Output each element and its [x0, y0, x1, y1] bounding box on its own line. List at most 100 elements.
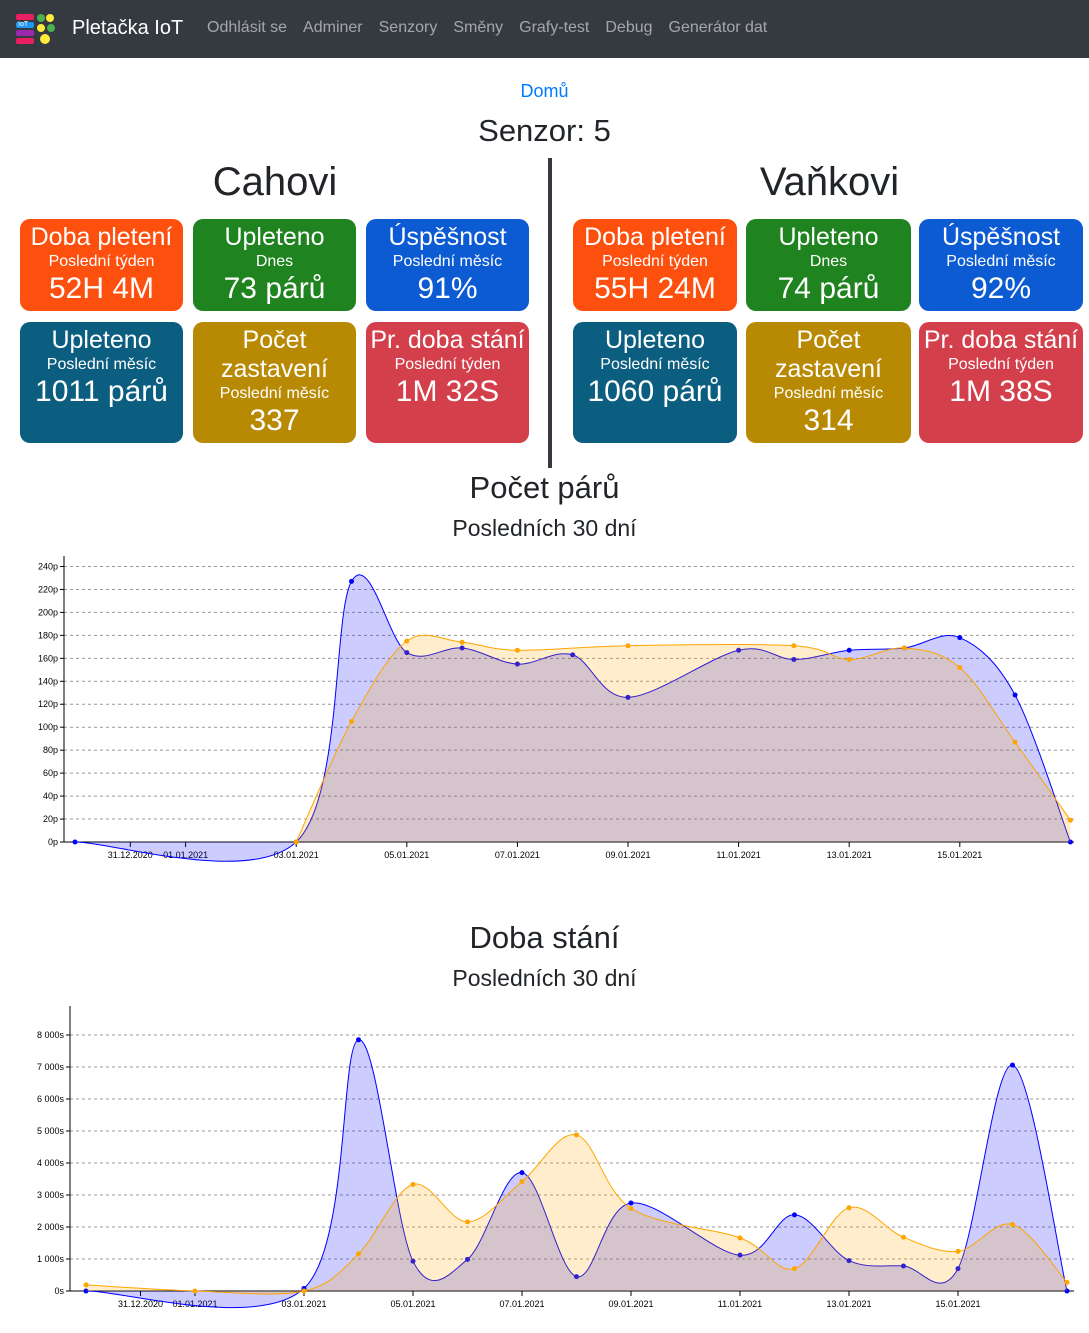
- data-point: [1010, 1062, 1015, 1068]
- group-title-vankovi: Vaňkovi: [759, 160, 900, 204]
- navbar: IoT Pletačka IoT Odhlásit se Adminer Sen…: [0, 0, 1089, 58]
- stat-card-value: 1060 párů: [587, 375, 723, 408]
- stat-card-period: Dnes: [255, 253, 294, 270]
- data-point: [1064, 1279, 1070, 1285]
- stat-card-title: Upleteno: [51, 326, 152, 354]
- series-area-1: [296, 635, 1071, 842]
- y-tick-label: 3 000s: [37, 1190, 65, 1200]
- y-tick-label: 4 000s: [37, 1158, 65, 1168]
- stat-card-period: Poslední měsíc: [946, 253, 1056, 270]
- stat-card-title: Upleteno: [224, 223, 325, 251]
- data-point: [846, 647, 852, 653]
- y-tick-label: 0s: [54, 1286, 64, 1296]
- data-point: [1012, 692, 1018, 698]
- data-point: [349, 718, 354, 724]
- y-tick-label: 220p: [38, 584, 58, 594]
- stat-card-title: Úspěšnost: [388, 223, 507, 251]
- stat-card-value: 314: [803, 404, 854, 437]
- nav-link-debug[interactable]: Debug: [597, 19, 660, 37]
- stat-card-value: 1M 32S: [395, 375, 500, 408]
- stat-card-period: Poslední týden: [602, 253, 708, 270]
- nav-link-logout[interactable]: Odhlásit se: [199, 19, 295, 37]
- stat-card-upleteno-mesic: Upleteno Poslední měsíc 1060 párů: [573, 322, 737, 443]
- x-tick-label: 05.01.2021: [390, 1299, 435, 1309]
- y-tick-label: 2 000s: [37, 1222, 65, 1232]
- stat-card-period: Poslední měsíc: [46, 356, 157, 373]
- data-point: [901, 1234, 906, 1240]
- stat-card-period: Poslední měsíc: [600, 356, 710, 373]
- nav-link-adminer[interactable]: Adminer: [295, 19, 371, 37]
- y-tick-label: 8 000s: [37, 1030, 65, 1040]
- stat-card-period: Poslední týden: [48, 253, 155, 270]
- logo-icon[interactable]: IoT: [15, 12, 57, 46]
- y-tick-label: 1 000s: [37, 1254, 65, 1264]
- group-divider: [548, 158, 552, 468]
- chart-subtitle-pairs: Posledních 30 dní: [452, 515, 637, 541]
- stat-card-title: Pr. doba stání: [370, 326, 525, 354]
- stat-card-period: Poslední týden: [394, 356, 501, 373]
- stat-card-doba-pleteni: Doba pletení Poslední týden 52H 4M: [20, 219, 183, 311]
- stat-card-value: 91%: [417, 272, 478, 305]
- stat-card-period: Poslední týden: [948, 356, 1054, 373]
- stat-card-value: 1M 38S: [949, 375, 1053, 408]
- y-tick-label: 200p: [38, 607, 58, 617]
- stat-card-upleteno-dnes: Upleteno Dnes 73 párů: [193, 219, 356, 311]
- data-point: [356, 1251, 361, 1257]
- chart-title-pairs: Počet párů: [469, 470, 620, 505]
- y-tick-label: 180p: [38, 630, 58, 640]
- stat-card-period: Dnes: [809, 253, 848, 270]
- data-point: [846, 656, 852, 662]
- data-point: [519, 1179, 525, 1185]
- stat-card-title: Úspěšnost: [941, 223, 1061, 251]
- data-point: [625, 643, 631, 649]
- stat-card-period: Poslední měsíc: [392, 253, 503, 270]
- data-point: [1010, 1221, 1015, 1227]
- x-tick-label: 09.01.2021: [608, 1299, 653, 1309]
- stat-card-value: 52H 4M: [48, 272, 155, 305]
- chart-title-downtime: Doba stání: [469, 920, 620, 955]
- nav-link-sensors[interactable]: Senzory: [371, 19, 446, 37]
- data-point: [83, 1282, 89, 1288]
- data-point: [404, 638, 410, 644]
- stat-card-value: 1011 párů: [35, 375, 168, 408]
- stat-card-uspesnost: Úspěšnost Poslední měsíc 92%: [919, 219, 1083, 311]
- brand-title[interactable]: Pletačka IoT: [72, 17, 183, 40]
- stat-card-title: Upleteno: [778, 223, 879, 251]
- nav-link-charts-test[interactable]: Grafy-test: [511, 19, 597, 37]
- stat-card-title: Počet zastavení: [220, 326, 328, 383]
- home-link[interactable]: Domů: [0, 81, 1089, 102]
- logo-text: IoT: [18, 21, 29, 28]
- group-title-cahovi: Cahovi: [212, 160, 338, 204]
- data-point: [628, 1200, 634, 1206]
- data-point: [791, 643, 797, 649]
- y-tick-label: 100p: [38, 722, 58, 732]
- data-point: [356, 1037, 361, 1043]
- data-point: [1067, 817, 1073, 823]
- data-point: [349, 578, 354, 584]
- nav-link-shifts[interactable]: Směny: [445, 19, 511, 37]
- chart-subtitle-downtime: Posledních 30 dní: [452, 965, 637, 991]
- x-tick-label: 13.01.2021: [827, 850, 872, 860]
- y-tick-label: 140p: [38, 676, 58, 686]
- data-point: [459, 639, 465, 645]
- stat-card-title: Doba pletení: [584, 223, 726, 251]
- stat-card-value: 74 párů: [777, 272, 880, 305]
- data-point: [293, 839, 299, 845]
- stat-card-period: Poslední měsíc: [219, 385, 330, 402]
- y-tick-label: 6 000s: [37, 1094, 65, 1104]
- data-point: [1012, 739, 1018, 745]
- x-tick-label: 05.01.2021: [384, 850, 429, 860]
- data-point: [737, 1235, 743, 1241]
- stat-card-upleteno-mesic: Upleteno Poslední měsíc 1011 párů: [20, 322, 183, 443]
- x-tick-label: 07.01.2021: [499, 1299, 544, 1309]
- x-tick-label: 11.01.2021: [718, 1299, 762, 1309]
- data-point: [628, 1205, 634, 1211]
- data-point: [519, 1170, 525, 1176]
- stat-card-uspesnost: Úspěšnost Poslední měsíc 91%: [366, 219, 529, 311]
- x-tick-label: 03.01.2021: [281, 1299, 326, 1309]
- stat-card-upleteno-dnes: Upleteno Dnes 74 párů: [746, 219, 911, 311]
- nav-link-data-generator[interactable]: Generátor dat: [661, 19, 776, 37]
- x-tick-label: 15.01.2021: [935, 1299, 980, 1309]
- data-point: [846, 1205, 852, 1211]
- data-point: [410, 1181, 416, 1187]
